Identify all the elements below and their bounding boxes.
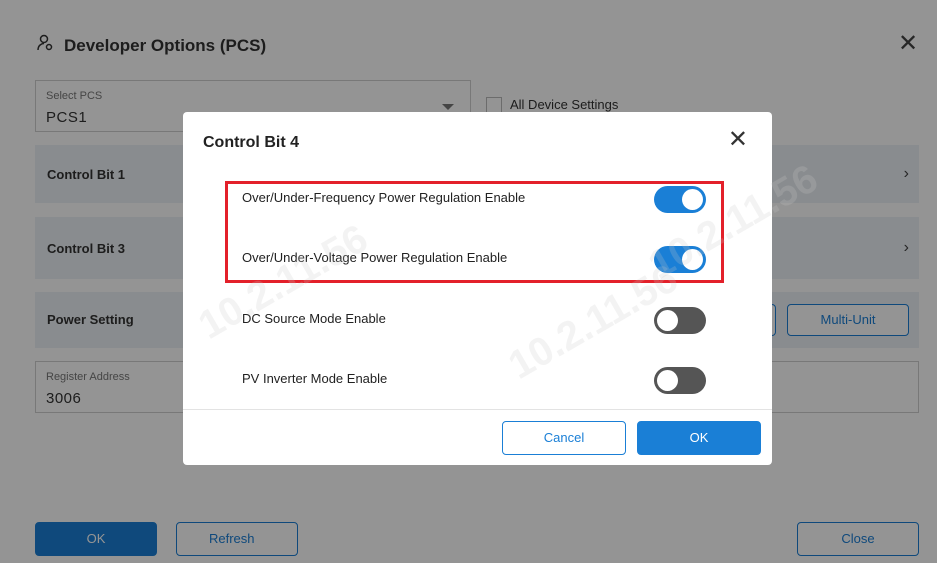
toggle-knob (657, 310, 678, 331)
highlight-box (225, 181, 724, 283)
dialog-title: Control Bit 4 (203, 134, 299, 151)
toggle-switch[interactable] (654, 307, 706, 334)
cancel-button[interactable]: Cancel (502, 421, 626, 455)
option-row: DC Source Mode Enable (183, 290, 772, 350)
close-icon[interactable]: ✕ (728, 128, 748, 152)
control-bit-4-dialog: Control Bit 4 ✕ Over/Under-Frequency Pow… (183, 112, 772, 465)
toggle-switch[interactable] (654, 367, 706, 394)
option-label: DC Source Mode Enable (242, 311, 386, 326)
toggle-knob (657, 370, 678, 391)
option-row: PV Inverter Mode Enable (183, 350, 772, 410)
option-label: PV Inverter Mode Enable (242, 371, 388, 386)
ok-button[interactable]: OK (637, 421, 761, 455)
dialog-footer: Cancel OK (183, 409, 772, 465)
